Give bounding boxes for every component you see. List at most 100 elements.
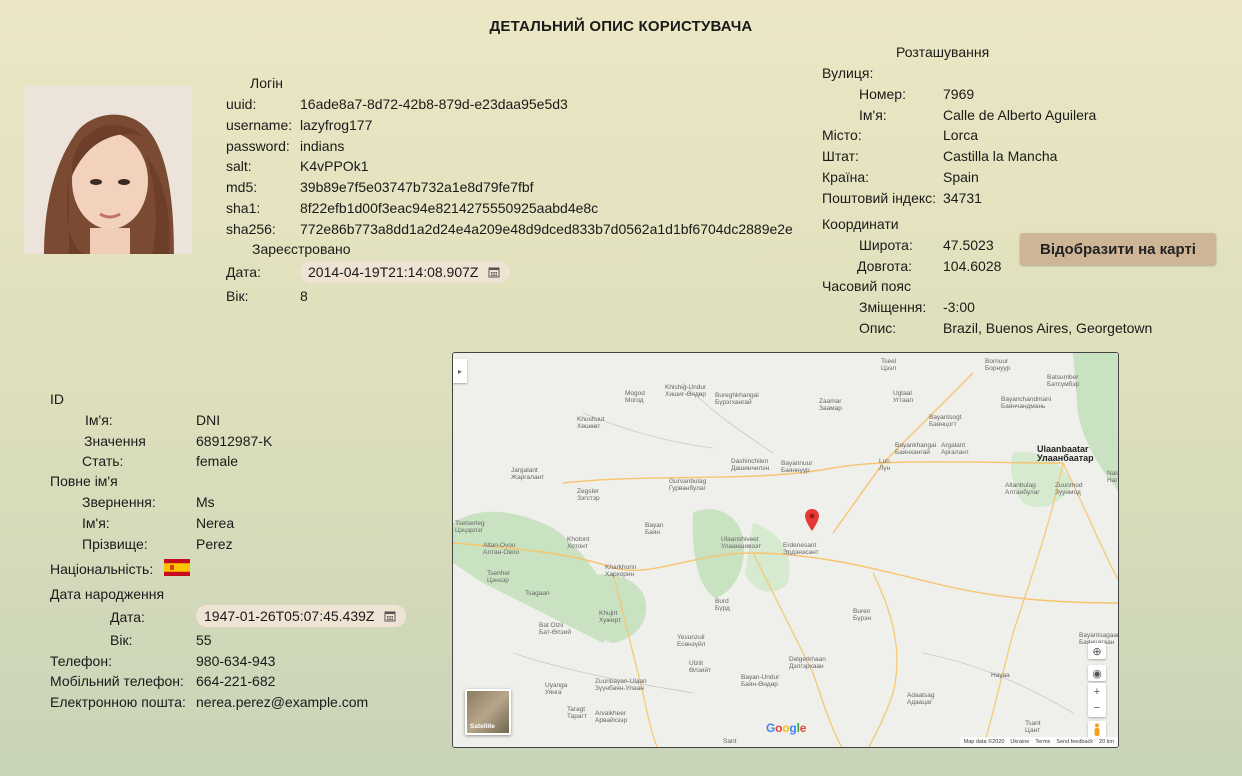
login-field-value: K4vPPOk1	[300, 158, 369, 174]
map-place-label: Tsetserleg Цэцэрлэг	[455, 520, 485, 534]
gender-label: Стать:	[82, 453, 124, 469]
map-place-label: Mogod Могод	[625, 390, 645, 404]
dob-date-label: Дата:	[110, 609, 145, 625]
street-name-value: Calle de Alberto Aguilera	[943, 107, 1097, 123]
fullname-heading: Повне ім'я	[50, 473, 118, 489]
satellite-label: Satellite	[470, 723, 495, 730]
latitude-value: 47.5023	[943, 237, 994, 253]
postcode-label: Поштовий індекс:	[822, 190, 937, 206]
registered-age-label: Вік:	[226, 288, 249, 304]
state-value: Castilla la Mancha	[943, 148, 1058, 164]
login-field-label: password:	[226, 138, 290, 154]
login-heading: Логін	[250, 75, 283, 91]
map-place-label: Ulaanbaatar Улаанбаатар	[1037, 444, 1094, 464]
login-field-label: sha256:	[226, 221, 276, 237]
map-place-label: Bayanchandmani Баянчандмань	[1001, 396, 1052, 410]
map-place-label: Erdenesant Эрдэнэсант	[783, 542, 819, 556]
map-place-label: Bayan Баян	[645, 522, 664, 536]
map-region[interactable]: Ukraine	[1010, 739, 1029, 745]
dob-age-value: 55	[196, 632, 212, 648]
map-place-label: Adaatsag Адаацаг	[907, 692, 935, 706]
dob-date-value: 1947-01-26T05:07:45.439Z	[204, 608, 375, 624]
login-field-value: 16ade8a7-8d72-42b8-879d-e23daa95e5d3	[300, 96, 568, 112]
longitude-label: Довгота:	[857, 258, 913, 274]
timezone-offset-value: -3:00	[943, 299, 975, 315]
email-label: Електронною поштa:	[50, 694, 186, 710]
dob-heading: Дата народження	[50, 586, 165, 602]
dob-date-picker[interactable]: 1947-01-26T05:07:45.439Z	[196, 605, 407, 627]
cell-label: Мобільний телефон:	[50, 673, 184, 689]
location-map[interactable]: Tsetserleg Цэцэрлэг Jargalant Жаргалант Kh…	[452, 352, 1119, 748]
location-heading: Розташування	[896, 44, 990, 60]
map-feedback-link[interactable]: Send feedback	[1056, 739, 1093, 745]
id-name-value: DNI	[196, 412, 221, 428]
map-place-label: Taragt Тарагт	[567, 706, 587, 720]
map-place-label: Khujirt Хужирт	[599, 610, 621, 624]
map-place-label: Ugtaal Угтаал	[893, 390, 914, 404]
login-field-label: uuid:	[226, 96, 257, 112]
map-place-label: Altanbulag Алтанбулаг	[1005, 482, 1040, 496]
map-place-label: Gurvanbulag Гурванбулаг	[669, 478, 707, 492]
country-label: Країна:	[822, 169, 870, 185]
country-value: Spain	[943, 169, 979, 185]
street-number-value: 7969	[943, 86, 975, 102]
map-place-label: Zuunmod Зуунмод	[1055, 482, 1083, 496]
map-place-label: Sant	[723, 738, 737, 745]
map-place-label: Yesunzuil Есөнзүйл	[677, 634, 706, 648]
satellite-toggle-button[interactable]: Satellite	[465, 689, 511, 735]
phone-label: Телефон:	[50, 653, 112, 669]
map-place-label: Khotont Хотонт	[567, 536, 590, 550]
id-value-label: Значення	[84, 433, 146, 449]
registered-date-picker[interactable]: 2014-04-19T21:14:08.907Z	[300, 261, 511, 283]
login-field-label: md5:	[226, 179, 258, 195]
globe-icon[interactable]: ⊕	[1088, 643, 1106, 659]
state-label: Штат:	[822, 148, 859, 164]
login-field-label: sha1:	[226, 200, 261, 216]
latitude-label: Широта:	[859, 237, 913, 253]
map-place-label: Dashinchilen Дашинчилэн	[731, 458, 770, 472]
registered-date-label: Дата:	[226, 264, 261, 280]
map-place-label: Zuunbayan-Ulaan Зүүнбаян-Улаан	[595, 678, 647, 692]
location-pin-icon[interactable]	[805, 509, 819, 531]
email-value[interactable]: nerea.perez@example.com	[196, 694, 368, 710]
map-place-label: Altan-Ovoo Алтан-Овоо	[483, 542, 520, 556]
zoom-in-button[interactable]: +	[1094, 684, 1100, 700]
map-sidebar-toggle[interactable]: ▸	[453, 359, 467, 383]
page-title: ДЕТАЛЬНИЙ ОПИС КОРИСТУВАЧА	[489, 18, 753, 35]
map-data-credit: Map data ©2020	[963, 739, 1005, 745]
longitude-value: 104.6028	[943, 258, 1002, 274]
registered-date-value: 2014-04-19T21:14:08.907Z	[308, 264, 479, 280]
user-photo	[24, 86, 192, 254]
show-on-map-button[interactable]: Відобразити на карті	[1020, 233, 1216, 265]
map-place-label: Burd Бүрд	[715, 598, 730, 612]
login-field-label: salt:	[226, 158, 252, 174]
my-location-icon[interactable]: ◉	[1088, 665, 1106, 681]
map-scale[interactable]: 20 km	[1099, 739, 1114, 745]
map-place-label: Bayan-Undur Баян-Өндөр	[741, 674, 780, 688]
first-name-value: Nerea	[196, 515, 235, 531]
map-place-label: Khushuut Хөшөөт	[577, 416, 605, 430]
map-place-label: Batsumber Батсүмбэр	[1047, 374, 1080, 388]
street-number-label: Номер:	[859, 86, 906, 102]
spain-flag-icon	[164, 559, 190, 576]
map-footer: Map data ©2020 Ukraine Terms Send feedba…	[959, 737, 1118, 747]
registered-age-value: 8	[300, 288, 308, 304]
google-logo: Google	[766, 721, 807, 735]
map-place-label: Khishig-Undur Хишиг-Өндөр	[665, 384, 707, 398]
map-place-label: Tsenher Цэнхэр	[487, 570, 511, 584]
map-place-label: Lun Лүн	[879, 458, 891, 472]
id-value-value: 68912987-K	[196, 433, 273, 449]
street-label: Вулиця:	[822, 65, 874, 81]
last-name-value: Perez	[196, 536, 233, 552]
zoom-control: + −	[1088, 683, 1106, 717]
login-field-value: 8f22efb1d00f3eac94e8214275550925aabd4e8c	[300, 200, 599, 216]
timezone-offset-label: Зміщення:	[859, 299, 927, 315]
postcode-value: 34731	[943, 190, 982, 206]
gender-value: female	[196, 453, 239, 469]
map-place-label: Jargalant Жаргалант	[511, 467, 545, 481]
zoom-out-button[interactable]: −	[1094, 700, 1100, 716]
map-place-label: Bayankhangai Баянхангай	[895, 442, 937, 456]
map-place-label: Kharkhorin Хархорин	[605, 564, 637, 578]
map-place-label: Uyanga Уянга	[545, 682, 568, 696]
map-terms-link[interactable]: Terms	[1035, 739, 1050, 745]
